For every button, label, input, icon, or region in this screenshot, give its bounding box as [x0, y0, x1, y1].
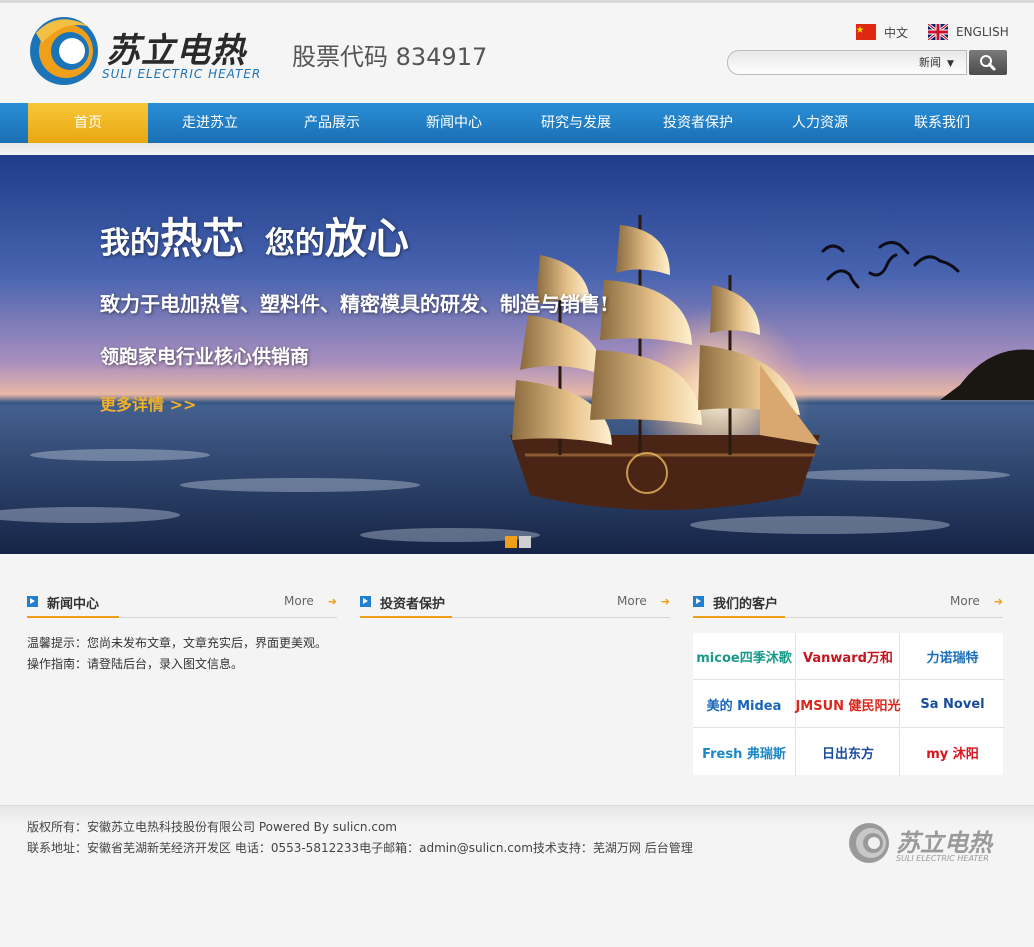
investor-section-header: 投资者保护 More ➜	[360, 590, 670, 618]
footer-contact: 联系地址：安徽省芜湖新芜经济开发区 电话：0553-5812233电子邮箱：ad…	[27, 839, 693, 856]
client-logo[interactable]: Vanward万和	[797, 633, 900, 680]
banner-title-part1: 我的	[100, 226, 160, 261]
section-underline	[360, 616, 452, 618]
footer-logo-cn: 苏立电热	[896, 828, 992, 857]
banner-more-link[interactable]: 更多详情 >>	[100, 391, 196, 415]
more-label: More	[284, 594, 314, 608]
nav-about[interactable]: 走进苏立	[150, 103, 270, 143]
search-category-select[interactable]: 新闻 ▼	[919, 54, 954, 70]
client-logo-name: Fresh 弗瑞斯	[702, 747, 786, 762]
news-more-link[interactable]: More ➜	[284, 594, 337, 608]
client-logo-name: 日出东方	[821, 747, 874, 762]
logo-text-en: SULI ELECTRIC HEATER	[102, 67, 262, 81]
client-logo[interactable]: micoe四季沐歌	[693, 633, 796, 680]
site-footer: 版权所有：安徽苏立电热科技股份有限公司 Powered By sulicn.co…	[0, 805, 1034, 947]
client-logo-grid: micoe四季沐歌 Vanward万和 力诺瑞特 美的 Midea JMSUN …	[693, 633, 1004, 776]
investor-section: 投资者保护 More ➜	[360, 590, 670, 618]
nav-research[interactable]: 研究与发展	[516, 103, 636, 143]
logo-text-cn: 苏立电热	[106, 31, 246, 71]
footer-logo-swirl-icon	[849, 823, 889, 863]
nav-news[interactable]: 新闻中心	[394, 103, 514, 143]
news-list: 温馨提示：您尚未发布文章，文章充实后，界面更美观。 操作指南：请登陆后台，录入图…	[27, 633, 337, 675]
site-logo[interactable]: 苏立电热 SULI ELECTRIC HEATER	[28, 13, 278, 89]
banner-subtitle-1: 致力于电加热管、塑料件、精密模具的研发、制造与销售!	[100, 292, 609, 316]
footer-powered-link[interactable]: sulicn.com	[333, 820, 397, 834]
lang-switch-cn[interactable]: 中文	[856, 23, 908, 41]
site-header: 苏立电热 SULI ELECTRIC HEATER 股票代码 834917 中文…	[0, 3, 1034, 103]
hero-banner[interactable]: 我的热芯 您的放心 致力于电加热管、塑料件、精密模具的研发、制造与销售! 领跑家…	[0, 155, 1034, 554]
clients-section-title: 我们的客户	[713, 597, 779, 612]
section-underline	[693, 616, 785, 618]
banner-title-part4: 放心	[324, 214, 409, 263]
footer-copyright-text: 版权所有：安徽苏立电热科技股份有限公司 Powered By	[27, 820, 333, 834]
main-nav: 首页 走进苏立 产品展示 新闻中心 研究与发展 投资者保护 人力资源 联系我们	[0, 103, 1034, 143]
client-logo[interactable]: 力诺瑞特	[901, 633, 1004, 680]
more-label: More	[950, 594, 980, 608]
section-bullet-icon	[693, 596, 704, 607]
footer-logo: 苏立电热 SULI ELECTRIC HEATER	[848, 821, 1008, 869]
client-logo-name: 力诺瑞特	[926, 650, 979, 666]
logo-swirl-icon	[30, 17, 98, 85]
footer-admin-link[interactable]: 后台管理	[645, 841, 693, 855]
investor-section-title: 投资者保护	[380, 597, 446, 612]
clients-more-link[interactable]: More ➜	[950, 594, 1003, 608]
client-logo[interactable]: 日出东方	[797, 729, 900, 776]
arrow-right-icon: ➜	[993, 595, 1003, 608]
uk-flag-icon	[928, 24, 948, 40]
news-section-title: 新闻中心	[47, 597, 100, 612]
nav-shadow	[0, 143, 1034, 155]
investor-more-link[interactable]: More ➜	[617, 594, 670, 608]
client-logo[interactable]: Fresh 弗瑞斯	[693, 729, 796, 776]
banner-title-part3: 您的	[264, 226, 325, 261]
search-button[interactable]	[969, 50, 1007, 75]
section-bullet-icon	[360, 596, 371, 607]
more-label: More	[617, 594, 647, 608]
news-notice-line: 温馨提示：您尚未发布文章，文章充实后，界面更美观。	[27, 636, 328, 650]
news-guide-line: 操作指南：请登陆后台，录入图文信息。	[27, 657, 244, 671]
slider-dots	[505, 536, 531, 548]
news-section-header: 新闻中心 More ➜	[27, 590, 337, 618]
clients-section: 我们的客户 More ➜	[693, 590, 1003, 618]
banner-title: 我的热芯 您的放心	[100, 205, 409, 266]
slider-dot-1[interactable]	[505, 536, 517, 548]
section-underline	[27, 616, 119, 618]
nav-home[interactable]: 首页	[28, 103, 148, 143]
nav-products[interactable]: 产品展示	[272, 103, 392, 143]
china-flag-icon	[856, 24, 876, 40]
clients-section-header: 我们的客户 More ➜	[693, 590, 1003, 618]
news-section: 新闻中心 More ➜ 温馨提示：您尚未发布文章，文章充实后，界面更美观。 操作指…	[27, 590, 337, 675]
client-logo[interactable]: my 沐阳	[901, 729, 1004, 776]
banner-title-part2: 热芯	[160, 214, 245, 263]
lang-cn-label: 中文	[884, 25, 909, 40]
client-logo[interactable]: 美的 Midea	[693, 681, 796, 728]
client-logo-name: my 沐阳	[926, 747, 979, 762]
arrow-right-icon: ➜	[327, 595, 337, 608]
footer-tech-support-link[interactable]: 芜湖万网	[593, 841, 641, 855]
client-logo[interactable]: JMSUN 健民阳光	[795, 681, 901, 728]
client-logo-name: 美的 Midea	[706, 698, 782, 714]
search-icon	[980, 55, 996, 71]
footer-contact-text: 联系地址：安徽省芜湖新芜经济开发区 电话：0553-5812233电子邮箱：ad…	[27, 841, 593, 855]
lang-en-label: ENGLISH	[956, 25, 1009, 39]
chevron-down-icon: ▼	[947, 59, 954, 69]
client-logo[interactable]: Sa Novel	[901, 681, 1004, 728]
section-bullet-icon	[27, 596, 38, 607]
search-category-value: 新闻	[919, 56, 941, 69]
arrow-right-icon: ➜	[660, 595, 670, 608]
search-bar: 新闻 ▼	[727, 50, 1007, 75]
client-logo-name: micoe四季沐歌	[696, 650, 792, 666]
nav-contact[interactable]: 联系我们	[882, 103, 1002, 143]
footer-copyright: 版权所有：安徽苏立电热科技股份有限公司 Powered By sulicn.co…	[27, 818, 397, 835]
banner-subtitle-2: 领跑家电行业核心供销商	[100, 346, 310, 368]
client-logo-name: Sa Novel	[920, 696, 985, 712]
lang-switch-en[interactable]: ENGLISH	[928, 23, 1009, 41]
slider-dot-2[interactable]	[519, 536, 531, 548]
footer-logo-en: SULI ELECTRIC HEATER	[896, 854, 989, 863]
stock-code: 股票代码 834917	[292, 43, 488, 71]
nav-investor[interactable]: 投资者保护	[638, 103, 758, 143]
client-logo-name: Vanward万和	[803, 650, 893, 666]
client-logo-name: JMSUN 健民阳光	[795, 698, 901, 714]
nav-hr[interactable]: 人力资源	[760, 103, 880, 143]
